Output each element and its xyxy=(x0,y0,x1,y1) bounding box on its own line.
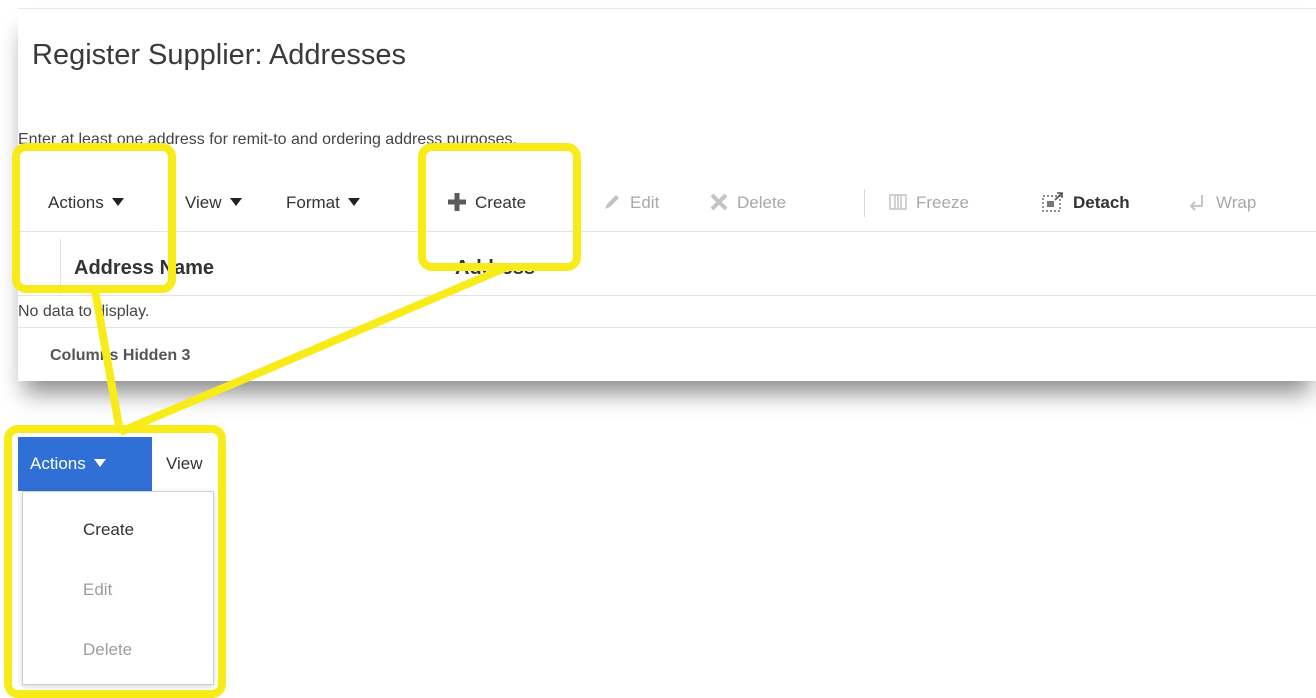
wrap-button[interactable]: Wrap xyxy=(1188,189,1256,217)
detach-label: Detach xyxy=(1073,193,1130,212)
columns-hidden-status: Columns Hidden 3 xyxy=(50,347,191,364)
view-label: View xyxy=(185,193,222,212)
caret-down-icon xyxy=(93,459,106,468)
detach-button[interactable]: Detach xyxy=(1041,189,1130,217)
menu-item-create[interactable]: Create xyxy=(83,520,134,540)
format-menu-button[interactable]: Format xyxy=(286,189,360,217)
delete-label: Delete xyxy=(737,193,787,212)
wrap-icon xyxy=(1189,194,1203,211)
column-header-address-name[interactable]: Address Name xyxy=(74,257,214,280)
x-icon xyxy=(710,193,728,210)
freeze-label: Freeze xyxy=(916,193,969,212)
edit-label: Edit xyxy=(630,193,660,212)
pencil-icon xyxy=(605,194,619,209)
table-toolbar: Actions View Format Create Edit Delete F… xyxy=(18,175,1316,232)
delete-button[interactable]: Delete xyxy=(709,189,786,217)
create-label: Create xyxy=(475,193,527,212)
create-button[interactable]: Create xyxy=(447,189,526,217)
freeze-button[interactable]: Freeze xyxy=(888,189,969,217)
caret-down-icon xyxy=(347,198,360,207)
actions-dropdown-menu: Create Edit Delete xyxy=(22,491,214,685)
actions-menu-button[interactable]: Actions xyxy=(48,189,124,217)
menu-item-delete[interactable]: Delete xyxy=(83,640,132,660)
caret-down-icon xyxy=(111,198,124,207)
page-title: Register Supplier: Addresses xyxy=(32,39,406,71)
edit-button[interactable]: Edit xyxy=(602,189,659,217)
format-label: Format xyxy=(286,193,340,212)
actions-label: Actions xyxy=(48,193,104,212)
table-column-headers: Address Name Address xyxy=(18,239,1316,296)
freeze-columns-icon xyxy=(889,193,907,210)
detach-icon xyxy=(1042,191,1063,212)
toolbar-separator xyxy=(864,189,865,217)
inset-view-label[interactable]: View xyxy=(166,437,203,491)
inset-actions-label: Actions xyxy=(30,454,86,473)
plus-icon xyxy=(448,192,466,211)
menu-item-edit[interactable]: Edit xyxy=(83,580,112,600)
toolbar-separator xyxy=(424,189,425,217)
instruction-text: Enter at least one address for remit-to … xyxy=(18,131,517,148)
main-screenshot-panel: Register Supplier: Addresses Enter at le… xyxy=(18,8,1316,381)
column-divider xyxy=(60,239,61,295)
view-menu-button[interactable]: View xyxy=(185,189,242,217)
column-header-address[interactable]: Address xyxy=(455,257,535,280)
empty-table-message: No data to display. xyxy=(18,303,150,320)
inset-actions-button[interactable]: Actions xyxy=(18,437,152,491)
table-divider xyxy=(18,327,1316,328)
wrap-label: Wrap xyxy=(1216,193,1257,212)
caret-down-icon xyxy=(229,198,242,207)
